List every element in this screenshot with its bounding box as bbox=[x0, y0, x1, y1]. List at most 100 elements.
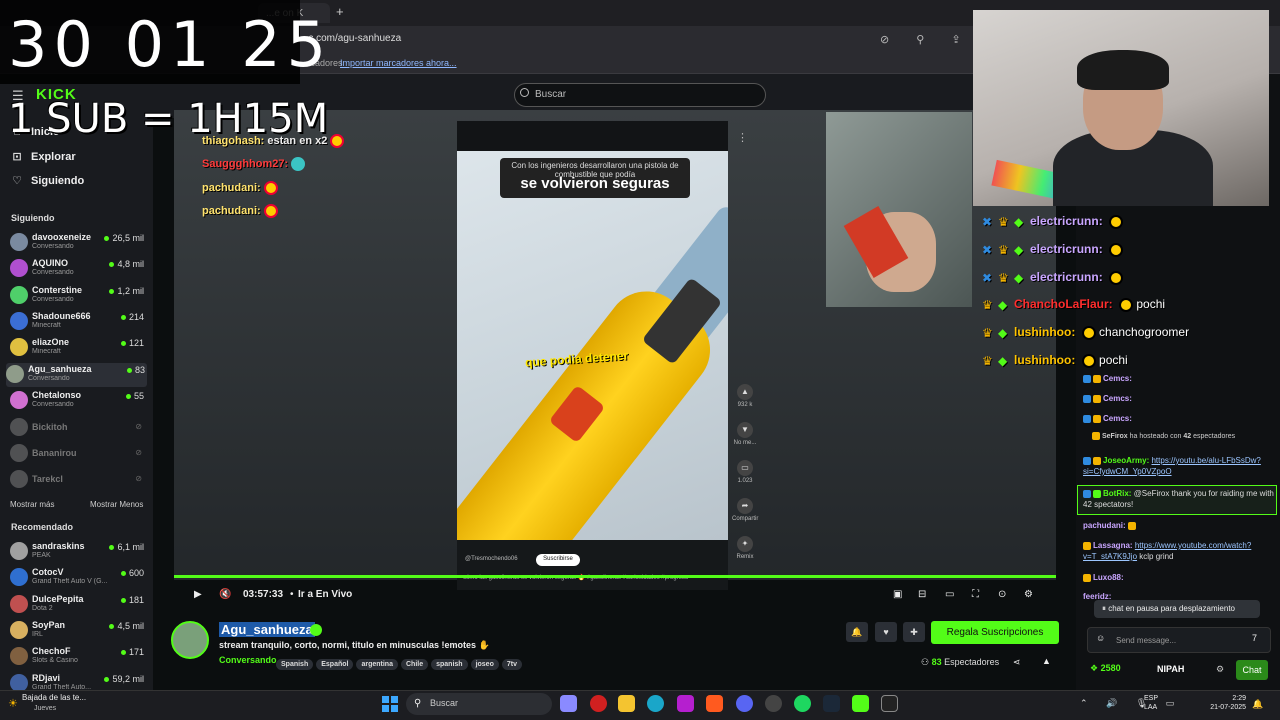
sidebar-channel[interactable]: CotocV Grand Theft Auto V (G... 600 bbox=[10, 566, 146, 590]
hair-graphic bbox=[1077, 50, 1169, 90]
show-more-button[interactable]: Mostrar más bbox=[10, 500, 54, 509]
notification-bell-taskbar-icon[interactable]: 🔔 bbox=[1252, 699, 1263, 710]
chat-settings-icon[interactable]: ⚙ bbox=[1216, 664, 1224, 675]
more-options-icon[interactable]: ⋮ bbox=[737, 131, 748, 144]
channel-name[interactable]: Agu_sanhueza bbox=[219, 622, 315, 637]
sidebar-channel[interactable]: davooxeneize Conversando 26,5 mil bbox=[10, 231, 146, 255]
sidebar-offline-channel[interactable]: Tarekcl ⊘ bbox=[10, 468, 146, 492]
sidebar-offline-channel[interactable]: Bickitoh ⊘ bbox=[10, 416, 146, 440]
nav-explore[interactable]: ⊡ Explorar bbox=[11, 150, 75, 163]
overlay-chat-line: pachudani: bbox=[202, 204, 278, 218]
search-input[interactable]: Buscar bbox=[514, 83, 766, 107]
progress-bar[interactable] bbox=[174, 575, 1056, 578]
gift-subs-button[interactable]: Regala Suscripciones bbox=[931, 621, 1059, 644]
miniplayer-icon[interactable]: ▣ bbox=[893, 589, 902, 600]
spotify-icon[interactable] bbox=[794, 695, 811, 712]
rewind-icon[interactable]: ⊙ bbox=[998, 589, 1006, 600]
like-action[interactable]: ▲ 932 k bbox=[732, 384, 758, 408]
gift-icon[interactable]: ✚ bbox=[903, 622, 925, 642]
viewer-count: 1,2 mil bbox=[109, 286, 144, 296]
stream-tag[interactable]: argentina bbox=[356, 659, 398, 670]
epic-games-icon[interactable] bbox=[881, 695, 898, 712]
system-tray-icons[interactable]: ⌃ 🔊 🎙 ▭ bbox=[1080, 698, 1182, 709]
sidebar-offline-channel[interactable]: Bananirou ⊘ bbox=[10, 442, 146, 466]
taskbar-search[interactable]: Buscar bbox=[406, 693, 552, 715]
stream-tag[interactable]: joseo bbox=[470, 659, 499, 670]
discord-icon[interactable] bbox=[736, 695, 753, 712]
channel-points[interactable]: ❖ 2580 bbox=[1090, 663, 1121, 674]
channel-avatar[interactable] bbox=[171, 621, 209, 659]
sidebar-channel[interactable]: eliazOne Minecraft 121 bbox=[10, 336, 146, 360]
edge-icon[interactable] bbox=[647, 695, 664, 712]
sidebar-channel[interactable]: DulcePepita Dota 2 181 bbox=[10, 593, 146, 617]
file-explorer-icon[interactable] bbox=[618, 695, 635, 712]
sidebar-channel[interactable]: Conterstine Conversando 1,2 mil bbox=[10, 284, 146, 308]
short-subscribe-button[interactable]: Suscribirse bbox=[536, 554, 580, 566]
opera-icon[interactable] bbox=[590, 695, 607, 712]
settings-icon[interactable]: ⚙ bbox=[1024, 589, 1033, 600]
sidebar-channel[interactable]: AQUINO Conversando 4,8 mil bbox=[10, 257, 146, 281]
stream-tag[interactable]: Chile bbox=[400, 659, 429, 670]
chat-paused-banner[interactable]: ⏸ chat en pausa para desplazamiento bbox=[1094, 600, 1260, 618]
sidebar-channel[interactable]: Agu_sanhueza Conversando 83 bbox=[6, 362, 147, 387]
stream-tag[interactable]: 7tv bbox=[501, 659, 522, 670]
follow-heart-icon[interactable]: ♥ bbox=[875, 622, 897, 642]
channel-category: Conversando bbox=[32, 269, 74, 277]
kick-app-icon[interactable] bbox=[852, 695, 869, 712]
remix-action[interactable]: ✦ Remix bbox=[732, 536, 758, 560]
sidebar-channel[interactable]: Chetalonso Conversando 55 bbox=[10, 389, 146, 413]
streamer-secondary-cam bbox=[826, 112, 972, 307]
overlay-chat-line: pachudani: bbox=[202, 181, 278, 195]
inner-video-footer bbox=[457, 540, 728, 590]
show-less-button[interactable]: Mostrar Menos bbox=[90, 500, 143, 509]
language-indicator[interactable]: ESP LAA bbox=[1144, 694, 1158, 712]
theater-icon[interactable]: ▭ bbox=[945, 589, 954, 600]
share-action[interactable]: ➦ Compartir bbox=[732, 498, 758, 522]
sidebar-channel[interactable]: Shadoune666 Minecraft 214 bbox=[10, 310, 146, 334]
c-app-icon[interactable] bbox=[677, 695, 694, 712]
weather-widget[interactable]: Bajada de las te... bbox=[22, 693, 86, 702]
chat-message: Cemcs: bbox=[1083, 413, 1275, 424]
stream-tag[interactable]: Español bbox=[316, 659, 354, 670]
emote-set-label[interactable]: NIPAH bbox=[1157, 664, 1184, 674]
fullscreen-icon[interactable]: ⛶ bbox=[972, 589, 979, 600]
comments-action[interactable]: ▭ 1.023 bbox=[732, 460, 758, 484]
avatar bbox=[6, 364, 24, 383]
7tv-icon[interactable]: 7 bbox=[1252, 633, 1257, 643]
notification-bell-icon[interactable]: 🔔 bbox=[846, 622, 868, 642]
nav-following[interactable]: ♡ Siguiendo bbox=[11, 174, 84, 187]
new-tab-button[interactable]: + bbox=[336, 4, 344, 19]
steam-icon[interactable] bbox=[823, 695, 840, 712]
sidebar-channel[interactable]: SoyPan IRL 4,5 mil bbox=[10, 619, 146, 643]
gem-badge-icon: ◆ bbox=[1014, 215, 1024, 230]
chat-input[interactable]: Send message... bbox=[1087, 627, 1271, 653]
sidebar-channel[interactable]: sandraskins PEAK 6,1 mil bbox=[10, 540, 146, 564]
snipping-tool-icon[interactable] bbox=[560, 695, 577, 712]
play-icon[interactable]: ▶ bbox=[194, 589, 202, 600]
stream-category[interactable]: Conversando bbox=[219, 655, 277, 665]
share-icon: ➦ bbox=[737, 498, 753, 514]
recommended-title: Recomendado bbox=[11, 522, 74, 532]
dislike-action[interactable]: ▼ No me... bbox=[732, 422, 758, 446]
windows-start-icon[interactable] bbox=[382, 696, 398, 712]
stream-tag[interactable]: spanish bbox=[431, 659, 468, 670]
chat-send-button[interactable]: Chat bbox=[1236, 660, 1268, 680]
taskbar-clock[interactable]: 2:29 21-07-2025 bbox=[1208, 694, 1246, 712]
emote-picker-icon[interactable]: ☺ bbox=[1096, 633, 1105, 643]
badge-icon bbox=[1083, 394, 1091, 403]
share-stream-icon[interactable]: ⋖ bbox=[1013, 657, 1021, 668]
go-live-button[interactable]: Ir a En Vivo bbox=[298, 589, 352, 600]
short-channel-name[interactable]: @Tresmochendo06 bbox=[465, 556, 518, 562]
avatar bbox=[10, 444, 28, 462]
import-bookmarks-link[interactable]: Importar marcadores ahora... bbox=[340, 58, 457, 68]
crown-badge-icon: ♛ bbox=[982, 326, 993, 341]
sidebar-channel[interactable]: ChechoF Slots & Casino 171 bbox=[10, 645, 146, 669]
stream-title: stream tranquilo, corto, normi, titulo e… bbox=[219, 640, 490, 650]
mute-icon[interactable]: 🔇 bbox=[219, 589, 231, 600]
viewer-count: 181 bbox=[121, 595, 144, 605]
report-icon[interactable]: ▲ bbox=[1042, 656, 1051, 666]
obs-icon[interactable] bbox=[765, 695, 782, 712]
clip-icon[interactable]: ⊟ bbox=[918, 589, 926, 600]
brave-icon[interactable] bbox=[706, 695, 723, 712]
stream-tag[interactable]: Spanish bbox=[276, 659, 314, 670]
